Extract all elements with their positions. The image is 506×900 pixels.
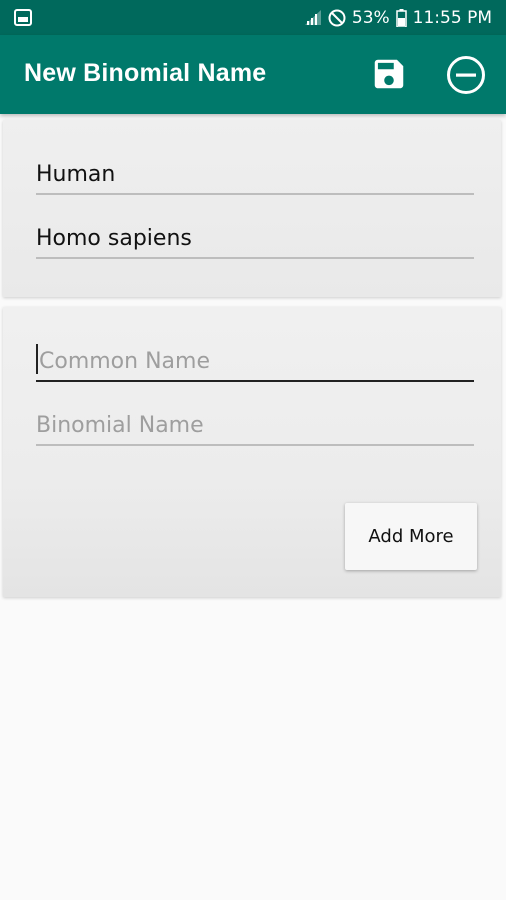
status-bar: 53% 11:55 PM bbox=[0, 0, 506, 35]
signal-icon bbox=[304, 10, 321, 25]
remove-circle-icon[interactable] bbox=[446, 55, 486, 95]
page-title: New Binomial Name bbox=[24, 59, 267, 87]
do-not-disturb-icon bbox=[328, 9, 346, 26]
new-entry-card: Common Name Binomial Name Add More bbox=[3, 307, 501, 597]
clock: 11:55 PM bbox=[412, 7, 492, 28]
common-name-input[interactable]: Common Name bbox=[36, 338, 474, 382]
binomial-name-field[interactable]: Homo sapiens bbox=[36, 215, 474, 259]
binomial-name-value: Homo sapiens bbox=[36, 226, 192, 251]
common-name-placeholder: Common Name bbox=[39, 349, 210, 374]
app-bar: New Binomial Name bbox=[0, 35, 506, 114]
text-cursor bbox=[36, 344, 38, 374]
save-icon[interactable] bbox=[370, 55, 408, 93]
status-indicators: 53% 11:55 PM bbox=[304, 0, 492, 35]
existing-entry-card: Human Homo sapiens bbox=[3, 120, 501, 297]
binomial-name-input[interactable]: Binomial Name bbox=[36, 402, 474, 446]
binomial-name-placeholder: Binomial Name bbox=[36, 413, 204, 438]
battery-percent: 53% bbox=[351, 7, 390, 28]
battery-icon bbox=[395, 8, 407, 27]
common-name-value: Human bbox=[36, 162, 116, 187]
image-icon bbox=[14, 9, 32, 26]
common-name-field[interactable]: Human bbox=[36, 151, 474, 195]
add-more-button[interactable]: Add More bbox=[345, 503, 477, 570]
